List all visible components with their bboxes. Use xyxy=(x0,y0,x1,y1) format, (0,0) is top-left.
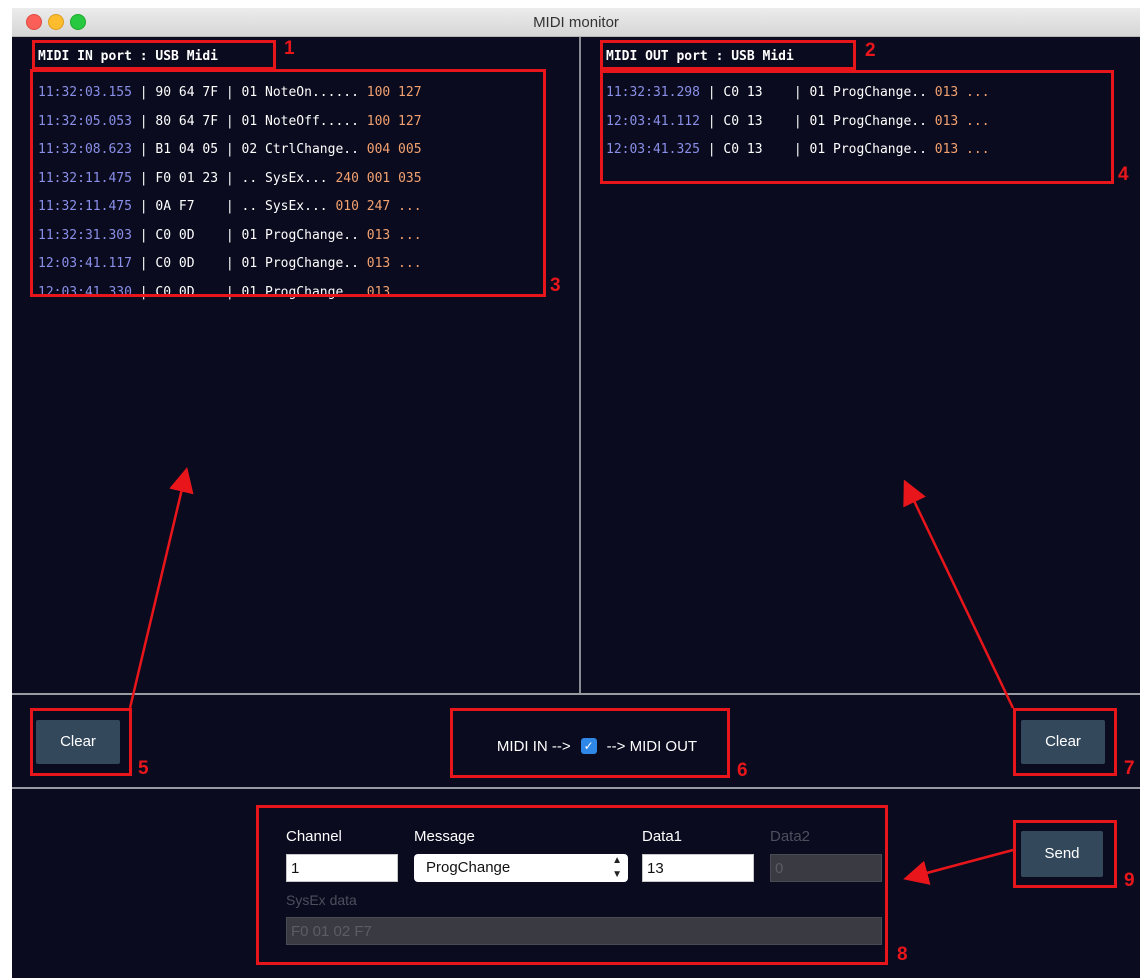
annotation-box-2 xyxy=(600,40,856,70)
annotation-box-7 xyxy=(1013,708,1117,776)
annotation-box-5 xyxy=(30,708,132,776)
annotation-box-4 xyxy=(600,70,1114,184)
divider-top xyxy=(12,693,1140,695)
window-title: MIDI monitor xyxy=(533,14,619,31)
annotation-box-6 xyxy=(450,708,730,778)
annotation-number-6: 6 xyxy=(737,760,748,781)
annotation-number-7: 7 xyxy=(1124,758,1135,779)
annotation-number-3: 3 xyxy=(550,275,561,296)
title-bar: MIDI monitor xyxy=(12,8,1140,37)
divider-bottom xyxy=(12,787,1140,789)
annotation-number-8: 8 xyxy=(897,944,908,965)
annotation-number-9: 9 xyxy=(1124,870,1135,891)
annotation-box-3 xyxy=(30,69,546,297)
annotation-number-1: 1 xyxy=(284,38,295,59)
annotation-number-2: 2 xyxy=(865,40,876,61)
annotation-number-5: 5 xyxy=(138,758,149,779)
annotation-number-4: 4 xyxy=(1118,164,1129,185)
annotation-box-1 xyxy=(32,40,276,70)
annotation-box-8 xyxy=(256,805,888,965)
annotation-box-9 xyxy=(1013,820,1117,888)
